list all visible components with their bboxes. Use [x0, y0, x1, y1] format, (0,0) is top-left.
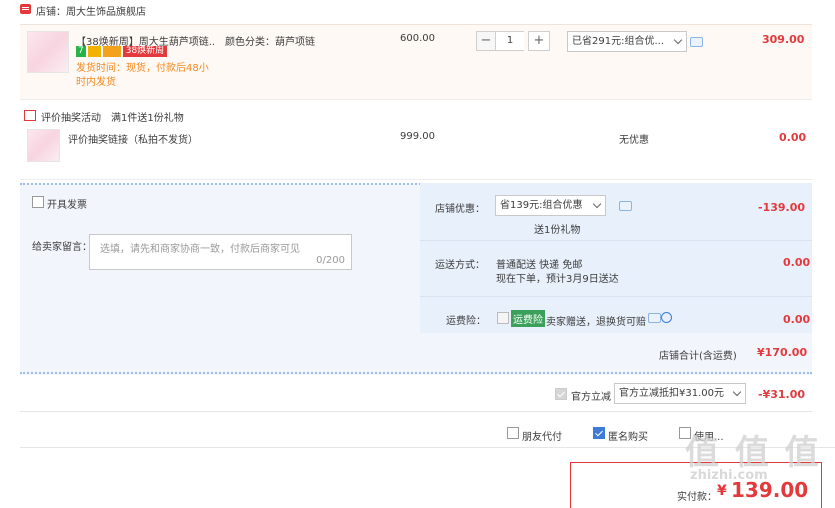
badge-icon	[87, 46, 101, 57]
promo-badge: 38焕新周	[122, 46, 168, 57]
message-label: 给卖家留言：	[32, 242, 92, 253]
divider	[420, 240, 812, 241]
gift-subtotal: 0.00	[779, 131, 807, 144]
payment-label: 实付款：	[677, 492, 717, 503]
chat-icon[interactable]	[619, 201, 632, 211]
sku-label: 颜色分类：葫芦项链	[225, 37, 315, 48]
watermark-domain: zhizhi.com	[690, 468, 768, 483]
unit-price: 600.00	[400, 33, 435, 44]
store-header: 店铺：周大生饰品旗舰店	[20, 0, 835, 18]
delivery-line1: 普通配送 快递 免邮	[496, 260, 583, 271]
payment-currency: ¥	[717, 483, 727, 499]
insurance-label: 运费险：	[446, 316, 486, 327]
chevron-down-icon	[673, 35, 683, 45]
item-discount-select[interactable]: 已省291元:组合优...	[567, 31, 687, 52]
friend-pay-label: 朋友代付	[522, 432, 562, 443]
gift-icon	[24, 110, 36, 121]
delivery-amount: 0.00	[783, 256, 811, 269]
chat-icon[interactable]	[648, 313, 661, 323]
gift-item-title[interactable]: 评价抽奖链接（私拍不发货）	[68, 131, 198, 146]
qty-input[interactable]: 1	[496, 31, 524, 51]
store-name[interactable]: 店铺：周大生饰品旗舰店	[36, 3, 146, 18]
invoice-checkbox[interactable]	[32, 196, 44, 208]
chevron-down-icon	[732, 387, 742, 397]
store-icon	[20, 4, 31, 14]
help-icon[interactable]	[661, 312, 672, 323]
delivery-line2: 现在下单，预计3月9日送达	[496, 274, 619, 285]
store-discount-value: 省139元:组合优惠	[500, 200, 583, 211]
official-discount-checkbox[interactable]	[555, 388, 567, 400]
shipping-time: 发货时间：现货，付款后48小时内发货	[76, 63, 209, 88]
anonymous-label: 匿名购买	[608, 432, 648, 443]
message-counter: 0/200	[316, 255, 345, 266]
item-thumbnail[interactable]	[27, 31, 69, 73]
store-discount-amount: -139.00	[758, 201, 806, 214]
invoice-label: 开具发票	[47, 200, 87, 211]
chat-icon[interactable]	[690, 37, 703, 47]
store-total-amount: ¥170.00	[757, 346, 808, 359]
card-icon	[102, 46, 121, 57]
anonymous-checkbox[interactable]	[593, 427, 605, 439]
qty-minus-button[interactable]: −	[476, 31, 496, 51]
official-discount-label: 官方立减	[571, 392, 611, 403]
insurance-checkbox[interactable]	[497, 312, 509, 324]
gift-activity-rule: 满1件送1份礼物	[111, 113, 184, 124]
store-discount-gift-note: 送1份礼物	[534, 225, 581, 236]
divider	[20, 411, 812, 412]
item-discount-value: 已省291元:组合优...	[572, 36, 664, 47]
gift-discount: 无优惠	[619, 135, 649, 146]
delivery-label: 运送方式：	[435, 260, 485, 271]
insurance-amount: 0.00	[783, 313, 811, 326]
item-badges: 7 38焕新周	[76, 46, 169, 58]
store-discount-select[interactable]: 省139元:组合优惠	[495, 195, 606, 216]
official-discount-select[interactable]: 官方立减抵扣¥31.00元	[614, 383, 746, 404]
gift-activity-label: 评价抽奖活动	[41, 113, 101, 124]
watermark-logo: 值 值 值	[685, 433, 821, 473]
qty-plus-button[interactable]: +	[528, 31, 550, 51]
friend-pay-checkbox[interactable]	[507, 427, 519, 439]
cart-item-row: 【38焕新周】周大生葫芦项链... 7 38焕新周 发货时间：现货，付款后48小…	[20, 24, 812, 100]
message-textarea[interactable]: 选填，请先和商家协商一致，付款后商家可见 0/200	[89, 234, 352, 270]
insurance-desc: 卖家赠送，退换货可赔	[546, 317, 646, 328]
gift-thumbnail[interactable]	[27, 129, 60, 162]
store-discount-label: 店铺优惠：	[435, 204, 485, 215]
official-discount-value: 官方立减抵扣¥31.00元	[619, 388, 724, 399]
dotted-divider	[20, 372, 812, 375]
badge-seven-day: 7	[76, 46, 86, 57]
store-total-label: 店铺合计(含运费)	[659, 351, 737, 362]
message-placeholder: 选填，请先和商家协商一致，付款后商家可见	[100, 244, 300, 255]
official-discount-amount: -¥31.00	[758, 388, 806, 401]
gift-section: 评价抽奖活动 满1件送1份礼物 评价抽奖链接（私拍不发货） 999.00 无优惠…	[20, 101, 812, 180]
gift-unit-price: 999.00	[400, 131, 435, 142]
chevron-down-icon	[592, 199, 602, 209]
item-subtotal: 309.00	[762, 33, 805, 46]
divider	[420, 296, 812, 297]
insurance-tag: 运费险	[511, 310, 545, 327]
